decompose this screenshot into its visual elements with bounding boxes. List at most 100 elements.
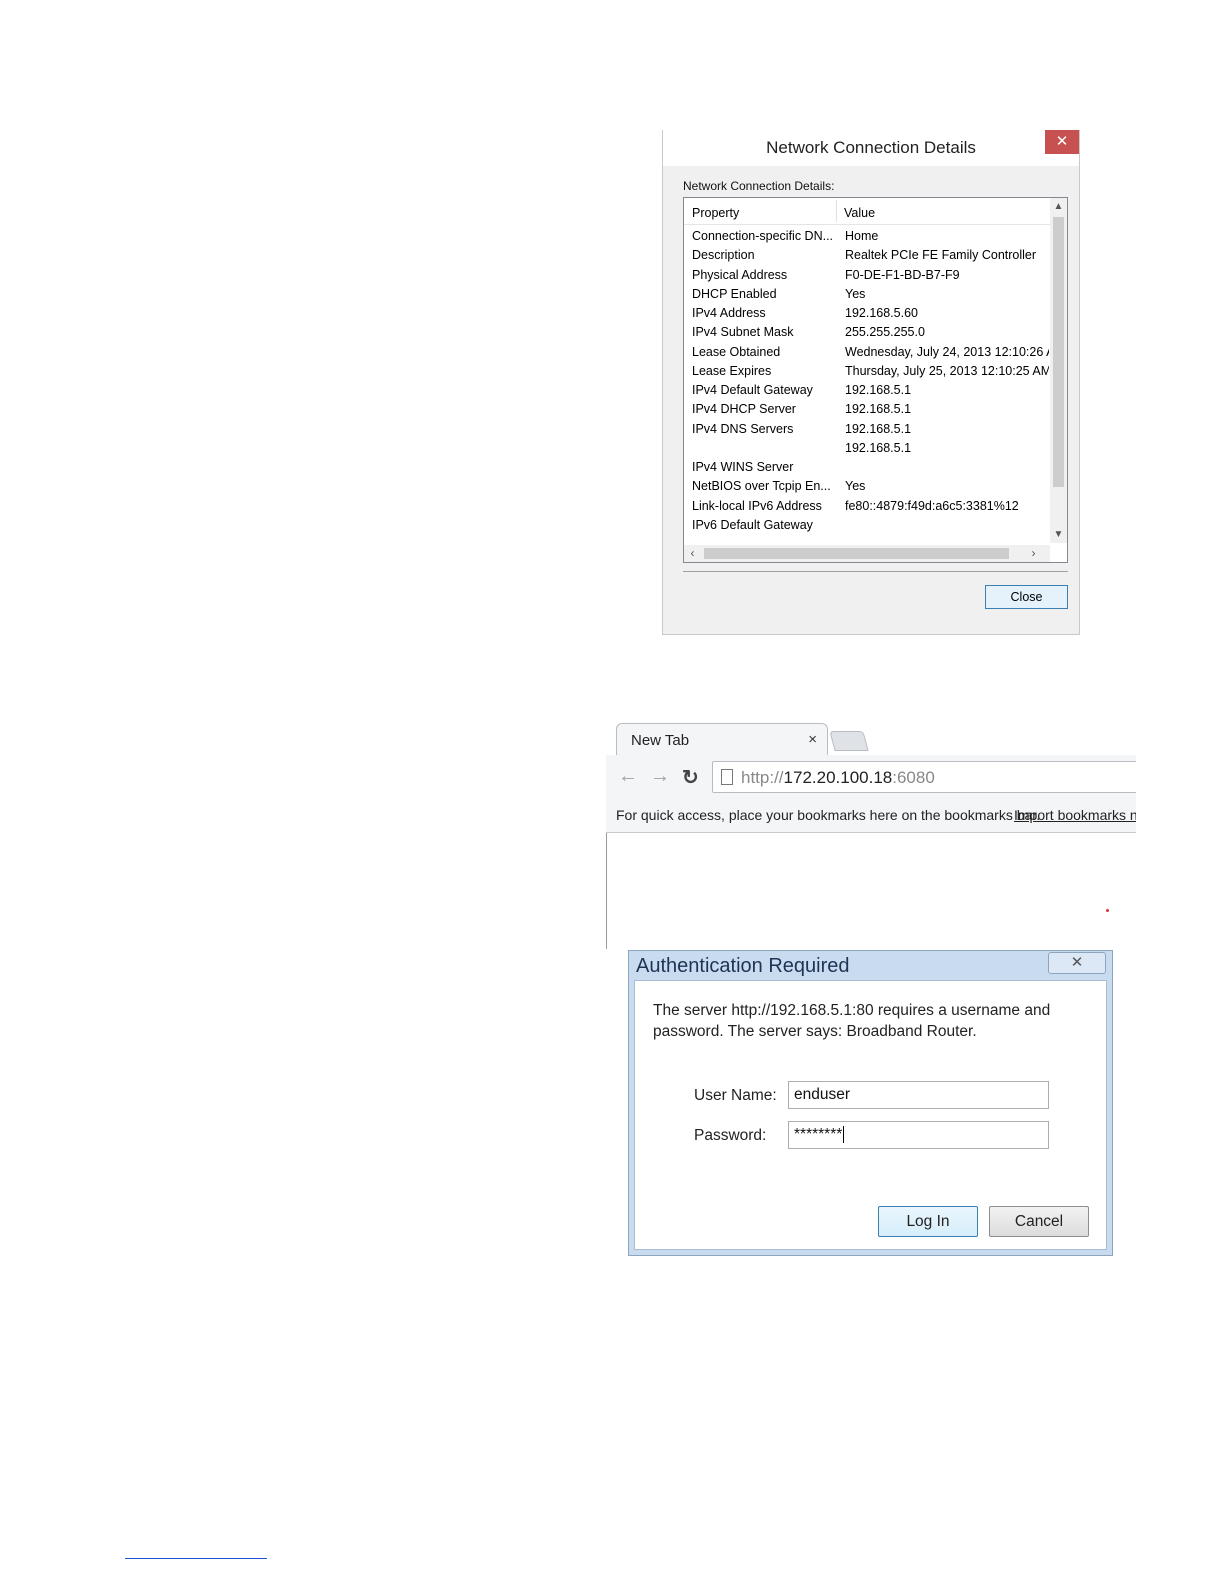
row-property: IPv4 Address [692,306,766,320]
browser-toolbar: ← → ↻ http://172.20.100.18:6080 [606,755,1136,799]
password-label: Password: [694,1127,767,1144]
group-label: Network Connection Details: [683,179,835,193]
row-value: F0-DE-F1-BD-B7-F9 [845,267,960,282]
close-button[interactable]: Close [985,585,1068,609]
password-value: ******** [794,1126,843,1143]
auth-message: The server http://192.168.5.1:80 require… [653,1002,1051,1040]
table-row[interactable]: IPv4 DHCP Server 192.168.5.1 [684,400,1050,419]
scroll-up-icon[interactable]: ▲ [1050,198,1067,215]
scroll-right-icon[interactable]: › [1025,545,1042,562]
username-value: enduser [794,1086,851,1103]
row-value: Realtek PCIe FE Family Controller [845,248,1037,263]
auth-dialog-body: The server http://192.168.5.1:80 require… [634,980,1107,1250]
url-host: 172.20.100.18 [783,768,893,787]
row-property: IPv4 DNS Servers [692,421,794,436]
table-row[interactable]: Lease Expires Thursday, July 25, 2013 12:… [684,362,1050,381]
row-property: IPv4 Subnet Mask [692,325,794,340]
back-arrow-icon[interactable]: ← [618,765,638,788]
forward-arrow-icon[interactable]: → [650,765,670,788]
row-value: 192.168.5.1 [845,421,912,436]
url-text[interactable]: http://172.20.100.18:6080 [741,768,935,788]
table-row[interactable]: IPv4 WINS Server [684,458,1050,477]
scroll-left-icon[interactable]: ‹ [684,545,701,562]
network-connection-details-dialog: Network Connection Details ✕ Network Con… [662,130,1080,635]
column-header-property[interactable]: Property [692,206,739,220]
close-icon[interactable]: ✕ [1048,952,1106,974]
import-bookmarks-link[interactable]: Import bookmarks now... [1014,807,1136,823]
table-row[interactable]: DHCP Enabled Yes [684,285,1050,304]
row-property: IPv4 Default Gateway [692,383,813,397]
row-property: IPv4 WINS Server [692,460,794,474]
table-row[interactable]: Description Realtek PCIe FE Family Contro… [684,246,1050,265]
row-value: Wednesday, July 24, 2013 12:10:26 AM [845,344,1049,359]
row-property: IPv4 DHCP Server [692,402,796,417]
row-property: Description [692,248,755,263]
row-property: Lease Obtained [692,344,781,359]
tab-strip: New Tab × [606,709,1136,755]
username-field[interactable]: enduser [788,1081,1049,1109]
address-bar[interactable]: http://172.20.100.18:6080 [712,761,1136,793]
username-label: User Name: [694,1087,777,1104]
row-property: IPv6 Default Gateway [692,517,813,532]
auth-dialog-title: Authentication Required [636,955,850,977]
table-row[interactable]: 192.168.5.1 [684,439,1050,458]
table-row[interactable]: IPv4 Default Gateway 192.168.5.1 [684,381,1050,400]
reload-icon[interactable]: ↻ [682,765,699,790]
row-value: Yes [845,479,866,494]
table-row[interactable]: Link-local IPv6 Address fe80::4879:f49d:a… [684,497,1050,516]
column-divider[interactable] [836,200,837,222]
page-icon [721,769,733,785]
row-value: 192.168.5.60 [845,306,918,320]
divider [683,571,1068,572]
new-tab-button[interactable] [829,731,869,751]
table-row[interactable]: IPv4 DNS Servers 192.168.5.1 [684,420,1050,439]
bookmarks-bar: For quick access, place your bookmarks h… [606,799,1136,833]
row-value: Home [845,229,879,243]
close-icon[interactable]: ✕ [1045,130,1079,154]
table-row[interactable]: IPv6 Default Gateway [684,516,1050,535]
vertical-scrollbar[interactable]: ▲ ▼ [1050,198,1067,543]
row-property: Lease Expires [692,363,772,378]
horizontal-scrollbar[interactable]: ‹ › [684,545,1050,562]
table-row[interactable]: IPv4 Subnet Mask 255.255.255.0 [684,323,1050,342]
row-property: Link-local IPv6 Address [692,498,822,513]
row-value: Thursday, July 25, 2013 12:10:25 AM [845,363,1049,378]
row-value: 192.168.5.1 [845,383,912,397]
page-content [606,833,1136,949]
cancel-button[interactable]: Cancel [989,1206,1089,1237]
row-property: NetBIOS over Tcpip En... [692,479,831,494]
table-row[interactable]: NetBIOS over Tcpip En... Yes [684,477,1050,496]
text-caret [843,1126,845,1144]
table-row[interactable]: Physical Address F0-DE-F1-BD-B7-F9 [684,266,1050,285]
row-value: fe80::4879:f49d:a6c5:3381%12 [845,498,1019,513]
dialog-titlebar: Network Connection Details ✕ [663,130,1079,166]
log-in-button[interactable]: Log In [878,1206,978,1237]
url-port: :6080 [892,768,935,787]
table-row[interactable]: Connection-specific DN... Home [684,227,1050,246]
row-value: 255.255.255.0 [845,325,925,340]
dialog-title: Network Connection Details [766,138,976,157]
bookmarks-hint: For quick access, place your bookmarks h… [616,807,1041,823]
row-property: Physical Address [692,267,788,282]
authentication-dialog: Authentication Required ✕ The server htt… [628,950,1113,1256]
scroll-down-icon[interactable]: ▼ [1050,526,1067,543]
row-value: Yes [845,286,866,301]
row-value: 192.168.5.1 [845,440,912,455]
details-list[interactable]: Property Value Connection-specific DN...… [683,197,1068,563]
horizontal-scroll-thumb[interactable] [704,548,1009,559]
password-field[interactable]: ******** [788,1121,1049,1149]
table-row[interactable]: Lease Obtained Wednesday, July 24, 2013 1… [684,343,1050,362]
row-property: Connection-specific DN... [692,229,834,243]
tab-title: New Tab [631,732,690,749]
tab-close-icon[interactable]: × [808,731,817,748]
url-prefix: http:// [741,768,784,787]
column-header-value[interactable]: Value [844,206,875,220]
tab-new-tab[interactable]: New Tab × [616,723,828,755]
browser-window: New Tab × ← → ↻ http://172.20.100.18:608… [606,709,1136,949]
vertical-scroll-thumb[interactable] [1053,217,1064,487]
row-value: 192.168.5.1 [845,402,912,417]
list-header: Property Value [684,198,1050,225]
table-row[interactable]: IPv4 Address 192.168.5.60 [684,304,1050,323]
row-property: DHCP Enabled [692,286,777,301]
footnote-separator [125,1558,267,1559]
